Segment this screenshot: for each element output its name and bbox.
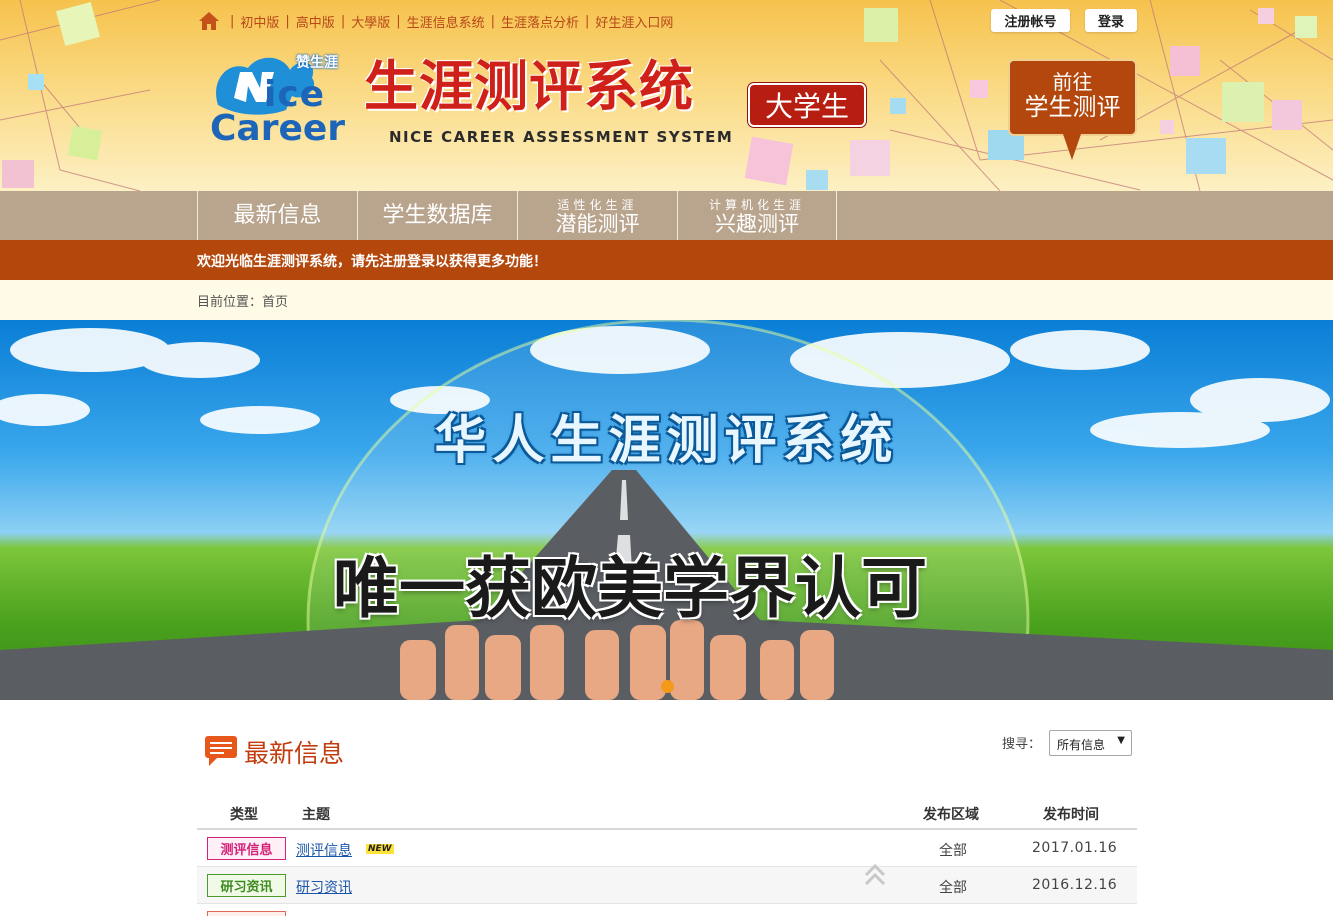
news-type-tag[interactable] bbox=[207, 911, 286, 916]
edition-badge: 大学生 bbox=[748, 83, 866, 127]
main-nav: 最新信息 学生数据库 适性化生涯 潜能测评 计算机化生涯 兴趣测评 bbox=[0, 191, 1333, 240]
welcome-message: 欢迎光临生涯测评系统，请先注册登录以获得更多功能！ bbox=[197, 254, 547, 270]
goto-button-pointer bbox=[1063, 134, 1081, 160]
nav-item-label: 兴趣测评 bbox=[715, 211, 799, 236]
goto-button-line2: 学生测评 bbox=[1024, 93, 1121, 121]
table-row-partial bbox=[197, 904, 1137, 916]
topnav-link-junior[interactable]: 初中版 bbox=[240, 12, 279, 31]
news-type-tag[interactable]: 研习资讯 bbox=[207, 874, 286, 897]
news-date: 2017.01.16 bbox=[1032, 840, 1118, 856]
nav-item-sublabel: 适性化生涯 bbox=[557, 197, 638, 212]
banner-slide-indicator[interactable] bbox=[661, 680, 674, 693]
topnav-link-university[interactable]: 大學版 bbox=[351, 12, 390, 31]
nav-item-student-database[interactable]: 学生数据库 bbox=[357, 191, 517, 240]
welcome-bar: 欢迎光临生涯测评系统，请先注册登录以获得更多功能！ bbox=[0, 240, 1333, 280]
topnav-link-career-info[interactable]: 生涯信息系统 bbox=[407, 12, 485, 31]
nav-item-label: 学生数据库 bbox=[382, 202, 493, 228]
nav-item-interest-assessment[interactable]: 计算机化生涯 兴趣测评 bbox=[677, 191, 837, 240]
news-region: 全部 bbox=[939, 843, 967, 859]
breadcrumb-home-link[interactable]: 首页 bbox=[262, 295, 288, 310]
column-header-type: 类型 bbox=[230, 807, 258, 823]
table-row: 测评信息 测评信息 NEW 全部 2017.01.16 bbox=[197, 830, 1137, 867]
news-type-tag[interactable]: 测评信息 bbox=[207, 837, 286, 860]
news-date: 2016.12.16 bbox=[1032, 877, 1118, 893]
news-subject-link[interactable]: 测评信息 bbox=[296, 840, 352, 860]
topnav-link-senior[interactable]: 高中版 bbox=[296, 12, 335, 31]
site-header: | 初中版 | 高中版 | 大學版 | 生涯信息系统 | 生涯落点分析 | 好生… bbox=[0, 0, 1333, 191]
news-section-title: 最新信息 bbox=[244, 739, 345, 768]
logo-brand-cn: 赞生涯 bbox=[296, 55, 338, 71]
login-button[interactable]: 登录 bbox=[1085, 9, 1137, 32]
news-table-header: 类型 主题 发布区域 发布时间 bbox=[197, 796, 1137, 830]
top-version-nav: | 初中版 | 高中版 | 大學版 | 生涯信息系统 | 生涯落点分析 | 好生… bbox=[198, 10, 673, 32]
topnav-link-career-analysis[interactable]: 生涯落点分析 bbox=[501, 12, 579, 31]
goto-student-assessment-button[interactable]: 前往 学生测评 bbox=[1008, 59, 1137, 136]
nav-item-sublabel: 计算机化生涯 bbox=[708, 197, 805, 212]
news-chat-icon bbox=[205, 736, 237, 766]
chevron-down-icon: ▼ bbox=[1117, 735, 1125, 746]
hero-banner[interactable]: 华人生涯测评系统 唯一获欧美学界认可 bbox=[0, 320, 1333, 700]
table-row: 研习资讯 研习资讯 全部 2016.12.16 bbox=[197, 867, 1137, 904]
scroll-to-top-icon[interactable] bbox=[864, 862, 886, 888]
banner-landscape-image bbox=[0, 320, 1333, 700]
topnav-link-career-portal[interactable]: 好生涯入口网 bbox=[595, 12, 673, 31]
banner-slogan: 唯一获欧美学界认可 bbox=[333, 550, 927, 627]
column-header-date: 发布时间 bbox=[1043, 807, 1099, 823]
nav-item-latest-news[interactable]: 最新信息 bbox=[197, 191, 357, 240]
news-filter-select[interactable]: 所有信息 ▼ bbox=[1049, 730, 1132, 756]
breadcrumb: 目前位置：首页 bbox=[0, 280, 1333, 320]
column-header-region: 发布区域 bbox=[923, 807, 979, 823]
search-label: 搜寻： bbox=[1002, 737, 1042, 752]
nav-item-potential-assessment[interactable]: 适性化生涯 潜能测评 bbox=[517, 191, 677, 240]
nav-item-label: 潜能测评 bbox=[555, 211, 640, 236]
news-region: 全部 bbox=[939, 880, 967, 896]
goto-button-line1: 前往 bbox=[1052, 70, 1093, 94]
news-subject-link[interactable]: 研习资讯 bbox=[296, 877, 352, 897]
breadcrumb-prefix: 目前位置： bbox=[197, 295, 263, 310]
news-filter-value: 所有信息 bbox=[1057, 738, 1106, 752]
new-badge: NEW bbox=[366, 844, 394, 854]
site-title-english: NICE CAREER ASSESSMENT SYSTEM bbox=[389, 128, 734, 146]
register-button[interactable]: 注册帐号 bbox=[991, 9, 1070, 32]
site-title: 生涯测评系统 bbox=[364, 54, 694, 118]
banner-title: 华人生涯测评系统 bbox=[434, 411, 899, 471]
column-header-subject: 主题 bbox=[302, 807, 330, 823]
logo-text-career: Career bbox=[210, 108, 346, 149]
nav-item-label: 最新信息 bbox=[233, 202, 322, 228]
news-table: 类型 主题 发布区域 发布时间 测评信息 测评信息 NEW 全部 2017.01… bbox=[197, 796, 1137, 916]
home-icon[interactable] bbox=[198, 11, 220, 31]
